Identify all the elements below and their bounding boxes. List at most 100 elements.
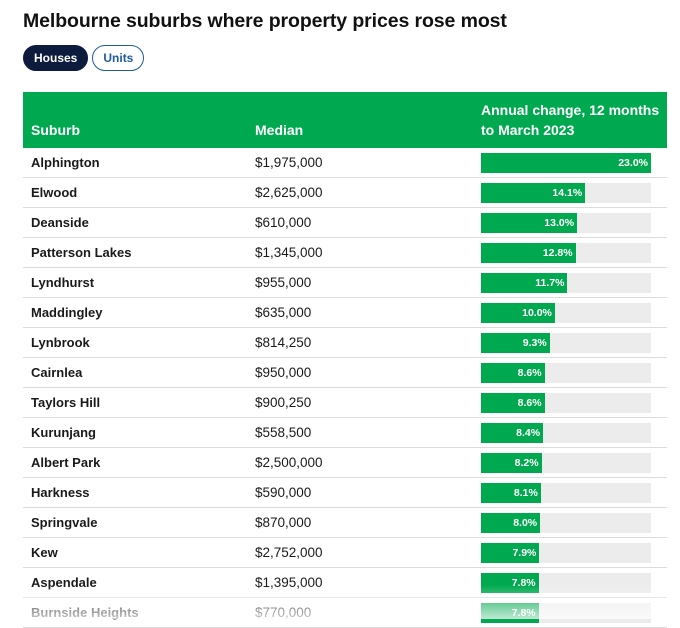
suburb-cell: Deanside	[31, 215, 89, 230]
change-label: 8.2%	[514, 457, 539, 469]
change-label: 8.4%	[516, 427, 541, 439]
change-bar: 12.8%	[481, 243, 576, 263]
change-bar: 13.0%	[481, 213, 578, 233]
suburb-cell: Kurunjang	[31, 425, 96, 440]
header-annual-change: Annual change, 12 months to March 2023	[481, 102, 660, 138]
change-bar: 8.0%	[481, 513, 541, 533]
suburb-cell: Alphington	[31, 155, 100, 170]
median-cell: $770,000	[255, 605, 312, 620]
change-label: 8.6%	[517, 367, 542, 379]
header-suburb: Suburb	[31, 122, 80, 138]
median-cell: $635,000	[255, 305, 312, 320]
change-bar: 8.6%	[481, 393, 545, 413]
change-label: 10.0%	[522, 307, 552, 319]
change-bar-track: 11.7%	[481, 273, 651, 293]
table-row: Deanside $610,000 13.0%	[23, 208, 667, 238]
table-row: Lyndhurst $955,000 11.7%	[23, 268, 667, 298]
change-label: 9.3%	[522, 337, 547, 349]
change-bar: 7.9%	[481, 543, 540, 563]
suburb-cell: Albert Park	[31, 455, 101, 470]
suburb-cell: Aspendale	[31, 575, 97, 590]
change-bar-track: 7.8%	[481, 603, 651, 623]
median-cell: $610,000	[255, 215, 312, 230]
change-label: 7.8%	[511, 577, 536, 589]
median-cell: $1,345,000	[255, 245, 323, 260]
tab-houses[interactable]: Houses	[23, 45, 89, 71]
change-bar: 11.7%	[481, 273, 568, 293]
suburb-cell: Maddingley	[31, 305, 103, 320]
median-cell: $2,752,000	[255, 545, 323, 560]
change-bar: 7.8%	[481, 573, 539, 593]
page-title: Melbourne suburbs where property prices …	[23, 10, 507, 32]
change-label: 7.9%	[512, 547, 537, 559]
change-bar-track: 14.1%	[481, 183, 651, 203]
table-row: Patterson Lakes $1,345,000 12.8%	[23, 238, 667, 268]
median-cell: $2,500,000	[255, 455, 323, 470]
change-label: 8.1%	[513, 487, 538, 499]
median-cell: $870,000	[255, 515, 312, 530]
median-cell: $590,000	[255, 485, 312, 500]
table-row: Maddingley $635,000 10.0%	[23, 298, 667, 328]
change-bar-track: 8.6%	[481, 393, 651, 413]
change-bar: 10.0%	[481, 303, 555, 323]
change-label: 14.1%	[552, 187, 583, 199]
suburb-cell: Patterson Lakes	[31, 245, 132, 260]
median-cell: $900,250	[255, 395, 312, 410]
change-bar-track: 8.0%	[481, 513, 651, 533]
change-bar-track: 7.8%	[481, 573, 651, 593]
change-bar-track: 23.0%	[481, 153, 651, 173]
change-label: 23.0%	[618, 157, 648, 169]
change-bar-track: 13.0%	[481, 213, 651, 233]
table-row: Cairnlea $950,000 8.6%	[23, 358, 667, 388]
change-bar: 8.6%	[481, 363, 545, 383]
table-body: Alphington $1,975,000 23.0% Elwood $2,625,00…	[23, 148, 667, 628]
change-bar-track: 8.2%	[481, 453, 651, 473]
header-median: Median	[255, 122, 304, 138]
suburb-cell: Burnside Heights	[31, 605, 139, 620]
change-bar: 9.3%	[481, 333, 550, 353]
change-bar-track: 12.8%	[481, 243, 651, 263]
change-label: 11.7%	[535, 277, 565, 289]
change-bar-track: 8.1%	[481, 483, 651, 503]
median-cell: $1,975,000	[255, 155, 323, 170]
median-cell: $814,250	[255, 335, 312, 350]
change-label: 8.6%	[517, 397, 542, 409]
change-bar-track: 7.9%	[481, 543, 651, 563]
change-bar: 7.8%	[481, 603, 539, 623]
change-bar: 23.0%	[481, 153, 651, 173]
table-row: Albert Park $2,500,000 8.2%	[23, 448, 667, 478]
median-cell: $955,000	[255, 275, 312, 290]
table-row: Aspendale $1,395,000 7.8%	[23, 568, 667, 598]
table-row: Lynbrook $814,250 9.3%	[23, 328, 667, 358]
median-cell: $2,625,000	[255, 185, 323, 200]
change-label: 12.8%	[542, 247, 573, 259]
suburb-cell: Taylors Hill	[31, 395, 101, 410]
suburb-cell: Harkness	[31, 485, 90, 500]
suburb-cell: Cairnlea	[31, 365, 83, 380]
property-type-tabs: Houses Units	[23, 45, 145, 71]
suburb-cell: Springvale	[31, 515, 98, 530]
change-bar-track: 8.6%	[481, 363, 651, 383]
table-row: Harkness $590,000 8.1%	[23, 478, 667, 508]
table-row: Kew $2,752,000 7.9%	[23, 538, 667, 568]
tab-units[interactable]: Units	[92, 45, 145, 71]
suburb-cell: Lyndhurst	[31, 275, 95, 290]
median-cell: $1,395,000	[255, 575, 323, 590]
change-bar-track: 8.4%	[481, 423, 651, 443]
table-header: Suburb Median Annual change, 12 months t…	[23, 92, 667, 148]
change-label: 7.8%	[511, 607, 536, 619]
change-bar-track: 10.0%	[481, 303, 651, 323]
table-row: Kurunjang $558,500 8.4%	[23, 418, 667, 448]
table-row: Springvale $870,000 8.0%	[23, 508, 667, 538]
change-bar: 8.1%	[481, 483, 541, 503]
median-cell: $950,000	[255, 365, 312, 380]
change-bar: 8.4%	[481, 423, 544, 443]
table-row: Taylors Hill $900,250 8.6%	[23, 388, 667, 418]
change-label: 13.0%	[544, 217, 575, 229]
suburb-cell: Lynbrook	[31, 335, 90, 350]
change-bar: 8.2%	[481, 453, 542, 473]
suburb-cell: Kew	[31, 545, 58, 560]
table-row: Alphington $1,975,000 23.0%	[23, 148, 667, 178]
table-row: Burnside Heights $770,000 7.8%	[23, 598, 667, 628]
change-bar-track: 9.3%	[481, 333, 651, 353]
